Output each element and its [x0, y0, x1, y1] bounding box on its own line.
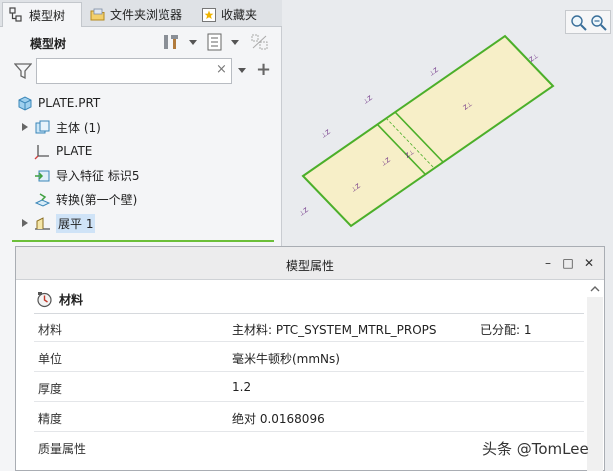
tree-icon — [9, 7, 22, 22]
tree-node-body[interactable]: 主体 (1) — [22, 116, 101, 138]
scrollbar[interactable] — [587, 297, 603, 471]
svg-text:Z⊥: Z⊥ — [528, 53, 540, 64]
tree-node-label: PLATE — [56, 144, 93, 158]
property-row-thickness[interactable]: 厚度 1.2 — [16, 380, 586, 410]
row-divider — [34, 431, 584, 432]
watermark: 头条 @TomLee — [482, 438, 589, 459]
filter-dropdown-icon[interactable] — [238, 68, 246, 73]
plate-face[interactable] — [301, 34, 555, 228]
tools-dropdown-icon[interactable] — [189, 40, 197, 45]
row-divider — [34, 371, 584, 372]
graphics-window[interactable]: Z⊥ ⊥Z ⊥Z ⊥Z Z⊥ ⊥Z Z⊥ ⊥Z ⊥Z — [283, 0, 613, 246]
tree-search-input[interactable] — [36, 58, 232, 84]
expand-arrow-icon[interactable] — [22, 123, 28, 131]
property-row-material[interactable]: 材料 主材料: PTC_SYSTEM_MTRL_PROPS 已分配: 1 — [16, 321, 586, 351]
property-key: 厚度 — [38, 382, 63, 396]
favorites-star-icon — [202, 7, 216, 22]
add-column-icon[interactable]: + — [256, 61, 272, 79]
svg-text:⊥Z: ⊥Z — [298, 207, 310, 218]
tree-title: 模型树 — [30, 37, 67, 51]
tab-label: 收藏夹 — [221, 8, 258, 22]
tree-node-flatten[interactable]: 展平 1 — [22, 212, 96, 234]
section-label: 材料 — [59, 292, 84, 307]
property-value: 毫米牛顿秒(mmNs) — [232, 352, 340, 366]
svg-text:⊥Z: ⊥Z — [428, 67, 440, 78]
filter-row: × + — [0, 58, 282, 86]
tree-node-label: 展平 1 — [56, 213, 96, 233]
navigator-tabs: 模型树 文件夹浏览器 收藏夹 — [0, 0, 282, 27]
property-value: 1.2 — [232, 380, 252, 394]
tree-header: 模型树 — [0, 28, 282, 56]
property-row-accuracy[interactable]: 精度 绝对 0.0168096 — [16, 410, 586, 440]
tools-icon[interactable] — [162, 33, 182, 51]
clear-search-icon[interactable]: × — [216, 63, 228, 77]
show-hide-icon[interactable] — [250, 33, 270, 51]
maximize-button[interactable]: □ — [561, 256, 575, 270]
tab-label: 模型树 — [29, 8, 66, 23]
tree-node-label: 导入特征 标识5 — [56, 168, 140, 183]
tree-divider — [12, 240, 274, 242]
section-divider — [34, 313, 584, 314]
folder-icon — [90, 8, 105, 20]
property-key: 精度 — [38, 412, 63, 426]
close-button[interactable]: ✕ — [582, 256, 596, 270]
csys-icon — [34, 144, 49, 159]
property-key: 单位 — [38, 352, 63, 366]
scroll-up-icon[interactable] — [587, 281, 603, 297]
material-icon — [37, 291, 52, 307]
body-icon — [35, 120, 50, 133]
row-divider — [34, 341, 584, 342]
tree-node-label: PLATE.PRT — [38, 96, 101, 110]
settings-list-icon[interactable] — [206, 33, 226, 51]
part-icon — [18, 95, 32, 111]
tab-folder-browser[interactable]: 文件夹浏览器 — [84, 2, 192, 27]
minimize-button[interactable]: – — [541, 256, 555, 270]
svg-text:⊥Z: ⊥Z — [362, 95, 374, 106]
property-row-units[interactable]: 单位 毫米牛顿秒(mmNs) — [16, 350, 586, 380]
tab-label: 文件夹浏览器 — [110, 8, 183, 22]
dialog-title: 模型属性 — [285, 259, 334, 273]
property-value: 绝对 0.0168096 — [232, 412, 325, 426]
flat-plate-model[interactable]: Z⊥ ⊥Z ⊥Z ⊥Z Z⊥ ⊥Z Z⊥ ⊥Z ⊥Z — [283, 0, 613, 246]
tree-node-part[interactable]: PLATE.PRT — [16, 92, 100, 114]
tab-model-tree[interactable]: 模型树 — [2, 2, 82, 27]
watermark-text: 头条 @TomLee — [482, 440, 589, 458]
settings-dropdown-icon[interactable] — [231, 40, 239, 45]
tab-favorites[interactable]: 收藏夹 — [195, 2, 273, 27]
expand-arrow-icon[interactable] — [22, 219, 28, 227]
property-key: 质量属性 — [38, 442, 87, 456]
flatten-icon — [35, 216, 50, 230]
filter-icon[interactable] — [14, 62, 32, 80]
dialog-titlebar[interactable]: 模型属性 – □ ✕ — [16, 247, 604, 280]
svg-text:⊥Z: ⊥Z — [320, 129, 332, 140]
import-feature-icon — [35, 170, 50, 181]
property-key: 材料 — [38, 323, 63, 337]
tree-node-label: 主体 (1) — [56, 120, 101, 135]
row-divider — [34, 401, 584, 402]
convert-wall-icon — [34, 192, 51, 207]
tree-node-label: 转换(第一个壁) — [56, 192, 138, 207]
tree-node-convert[interactable]: 转换(第一个壁) — [34, 188, 137, 210]
tree-node-import-feature[interactable]: 导入特征 标识5 — [34, 164, 139, 186]
tree-node-csys[interactable]: PLATE — [34, 140, 92, 162]
material-section-header[interactable]: 材料 — [36, 289, 83, 309]
property-value: 主材料: PTC_SYSTEM_MTRL_PROPS — [232, 323, 437, 337]
property-extra: 已分配: 1 — [480, 323, 532, 337]
